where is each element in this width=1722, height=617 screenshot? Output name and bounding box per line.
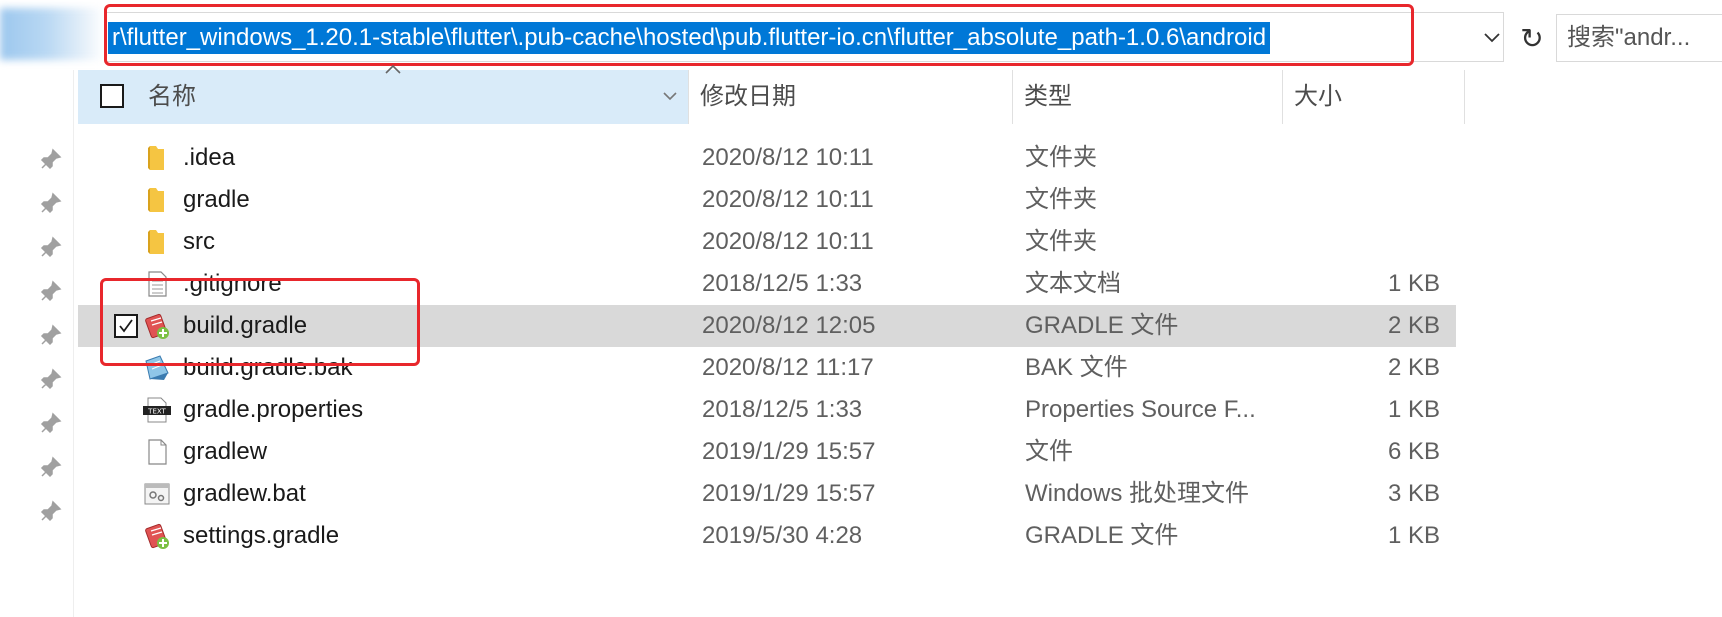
file-row[interactable]: src 2020/8/12 10:11 文件夹 <box>78 221 1456 263</box>
file-name[interactable]: gradlew <box>183 431 267 473</box>
file-row[interactable]: TEXT gradle.properties 2018/12/5 1:33 Pr… <box>78 389 1456 431</box>
file-name[interactable]: settings.gradle <box>183 515 339 557</box>
file-date: 2018/12/5 1:33 <box>702 270 863 297</box>
nav-buttons-area[interactable] <box>0 8 104 60</box>
file-name[interactable]: gradlew.bat <box>183 473 306 515</box>
file-type: 文件夹 <box>1025 228 1097 255</box>
file-size: 2 KB <box>1387 312 1440 339</box>
file-date: 2019/1/29 15:57 <box>702 438 876 465</box>
file-name[interactable]: .idea <box>183 137 235 179</box>
column-separator[interactable] <box>1282 70 1283 124</box>
file-name[interactable]: gradle <box>183 179 250 221</box>
address-dropdown-icon[interactable] <box>1476 22 1508 54</box>
pin-icon[interactable] <box>40 456 62 478</box>
file-type: BAK 文件 <box>1025 354 1128 381</box>
file-size: 1 KB <box>1387 270 1440 297</box>
file-date: 2020/8/12 10:11 <box>702 186 874 213</box>
gradle-file-icon <box>145 523 169 549</box>
file-size: 2 KB <box>1387 354 1440 381</box>
column-filter-dropdown-icon[interactable] <box>660 86 680 106</box>
folder-icon <box>148 188 164 212</box>
column-header-date[interactable]: 修改日期 <box>700 70 796 124</box>
file-row[interactable]: settings.gradle 2019/5/30 4:28 GRADLE 文件… <box>78 515 1456 557</box>
column-separator[interactable] <box>688 70 689 124</box>
file-date: 2019/5/30 4:28 <box>702 522 863 549</box>
pin-icon[interactable] <box>40 236 62 258</box>
refresh-icon: ↻ <box>1520 22 1544 54</box>
file-name[interactable]: src <box>183 221 215 263</box>
column-separator[interactable] <box>1464 70 1465 124</box>
file-type: 文本文档 <box>1025 270 1121 297</box>
column-label-name: 名称 <box>148 83 196 110</box>
pin-icon[interactable] <box>40 412 62 434</box>
pin-icon[interactable] <box>40 368 62 390</box>
refresh-button[interactable]: ↻ <box>1510 16 1554 60</box>
address-annotation-box <box>104 4 1414 66</box>
column-separator[interactable] <box>1012 70 1013 124</box>
quick-access-pane <box>0 70 74 617</box>
file-type: GRADLE 文件 <box>1025 312 1179 339</box>
select-all-checkbox[interactable] <box>100 84 124 108</box>
sort-ascending-icon <box>385 64 401 74</box>
file-date: 2018/12/5 1:33 <box>702 396 863 423</box>
file-date: 2020/8/12 12:05 <box>702 312 876 339</box>
file-row[interactable]: gradlew.bat 2019/1/29 15:57 Windows 批处理文… <box>78 473 1456 515</box>
file-type: 文件夹 <box>1025 186 1097 213</box>
file-size: 1 KB <box>1387 522 1440 549</box>
file-size: 3 KB <box>1387 480 1440 507</box>
selected-file-annotation-box <box>100 278 420 366</box>
file-type: 文件 <box>1025 438 1073 465</box>
file-type: 文件夹 <box>1025 144 1097 171</box>
search-input[interactable]: 搜索"andr... <box>1556 14 1722 62</box>
pin-icon[interactable] <box>40 280 62 302</box>
file-row[interactable]: gradle 2020/8/12 10:11 文件夹 <box>78 179 1456 221</box>
file-name[interactable]: gradle.properties <box>183 389 363 431</box>
column-header-size[interactable]: 大小 <box>1294 70 1342 124</box>
folder-icon <box>148 230 164 254</box>
file-type: GRADLE 文件 <box>1025 522 1179 549</box>
file-date: 2020/8/12 11:17 <box>702 354 874 381</box>
pin-icon[interactable] <box>40 148 62 170</box>
file-row[interactable]: gradlew 2019/1/29 15:57 文件 6 KB <box>78 431 1456 473</box>
file-size: 1 KB <box>1387 396 1440 423</box>
blank-file-icon <box>148 439 167 465</box>
file-date: 2020/8/12 10:11 <box>702 228 874 255</box>
batch-file-icon <box>144 483 170 505</box>
pin-icon[interactable] <box>40 192 62 214</box>
pin-icon[interactable] <box>40 500 62 522</box>
file-type: Properties Source F... <box>1025 396 1256 423</box>
properties-file-icon: TEXT <box>143 397 171 423</box>
svg-text:TEXT: TEXT <box>147 408 166 416</box>
file-date: 2019/1/29 15:57 <box>702 480 876 507</box>
file-size: 6 KB <box>1387 438 1440 465</box>
folder-icon <box>148 146 164 170</box>
pin-icon[interactable] <box>40 324 62 346</box>
file-date: 2020/8/12 10:11 <box>702 144 874 171</box>
file-type: Windows 批处理文件 <box>1025 480 1250 507</box>
file-row[interactable]: .idea 2020/8/12 10:11 文件夹 <box>78 137 1456 179</box>
column-header-type[interactable]: 类型 <box>1024 70 1072 124</box>
